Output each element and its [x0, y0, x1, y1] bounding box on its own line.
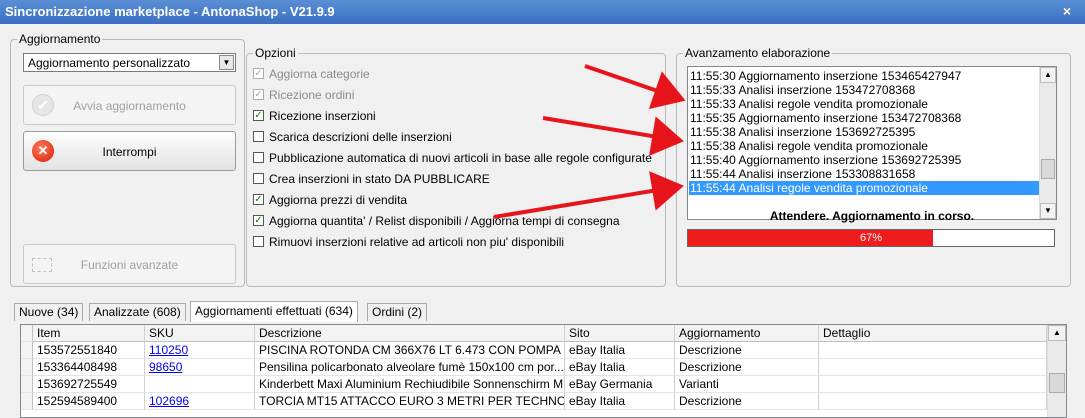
arrow-line [542, 116, 684, 156]
annotation-arrows [493, 64, 686, 219]
title-bar: Sincronizzazione marketplace - AntonaSho… [0, 0, 1085, 24]
main-window: Aggiornamento Aggiornamento personalizza… [0, 24, 1085, 418]
window-title: Sincronizzazione marketplace - AntonaSho… [5, 4, 335, 19]
arrow-line [584, 64, 686, 110]
arrow-line [493, 171, 684, 219]
close-icon[interactable]: × [1063, 3, 1071, 19]
